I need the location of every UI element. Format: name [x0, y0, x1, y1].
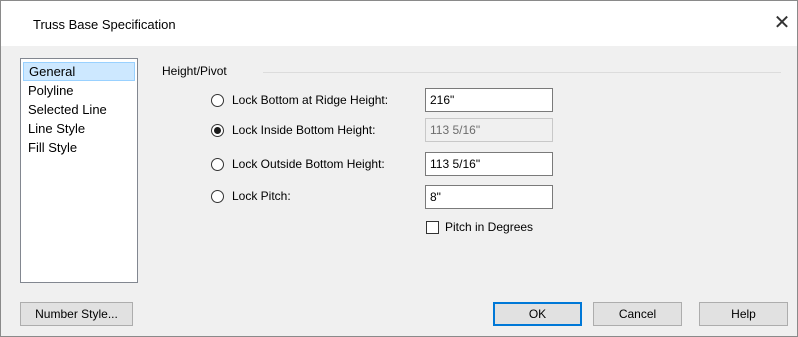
lock-bottom-ridge-label: Lock Bottom at Ridge Height: — [232, 93, 389, 107]
sidebar-item-fill-style[interactable]: Fill Style — [23, 138, 135, 157]
lock-inside-bottom-radio[interactable] — [211, 123, 224, 137]
sidebar-item-general[interactable]: General — [23, 62, 135, 81]
outside-bottom-height-field[interactable]: 113 5/16" — [425, 152, 553, 176]
close-icon[interactable]: ✕ — [767, 10, 797, 36]
lock-pitch-option[interactable]: Lock Pitch: — [211, 185, 291, 207]
pitch-in-degrees-label: Pitch in Degrees — [445, 220, 534, 234]
pitch-in-degrees-checkbox[interactable] — [426, 220, 439, 234]
window-title: Truss Base Specification — [33, 17, 176, 32]
lock-bottom-ridge-radio[interactable] — [211, 93, 224, 107]
lock-pitch-radio[interactable] — [211, 189, 224, 203]
lock-bottom-ridge-option[interactable]: Lock Bottom at Ridge Height: — [211, 89, 388, 111]
ok-button[interactable]: OK — [493, 302, 582, 326]
pitch-field[interactable]: 8" — [425, 185, 553, 209]
height-pivot-group-label: Height/Pivot — [162, 64, 227, 78]
cancel-button[interactable]: Cancel — [593, 302, 682, 326]
title-bar: Truss Base Specification ✕ — [1, 1, 797, 46]
category-list: General Polyline Selected Line Line Styl… — [20, 58, 138, 283]
number-style-button[interactable]: Number Style... — [20, 302, 133, 326]
lock-inside-bottom-option[interactable]: Lock Inside Bottom Height: — [211, 119, 375, 141]
lock-outside-bottom-label: Lock Outside Bottom Height: — [232, 157, 385, 171]
lock-inside-bottom-label: Lock Inside Bottom Height: — [232, 123, 376, 137]
lock-outside-bottom-option[interactable]: Lock Outside Bottom Height: — [211, 153, 385, 175]
sidebar-item-line-style[interactable]: Line Style — [23, 119, 135, 138]
help-button[interactable]: Help — [699, 302, 788, 326]
lock-pitch-label: Lock Pitch: — [232, 189, 291, 203]
pitch-in-degrees-option[interactable]: Pitch in Degrees — [426, 220, 533, 234]
inside-bottom-height-field: 113 5/16" — [425, 118, 553, 142]
ridge-height-field[interactable]: 216" — [425, 88, 553, 112]
sidebar-item-polyline[interactable]: Polyline — [23, 81, 135, 100]
lock-outside-bottom-radio[interactable] — [211, 157, 224, 171]
truss-base-specification-dialog: Truss Base Specification ✕ General Polyl… — [0, 0, 798, 337]
group-divider — [263, 72, 781, 73]
sidebar-item-selected-line[interactable]: Selected Line — [23, 100, 135, 119]
